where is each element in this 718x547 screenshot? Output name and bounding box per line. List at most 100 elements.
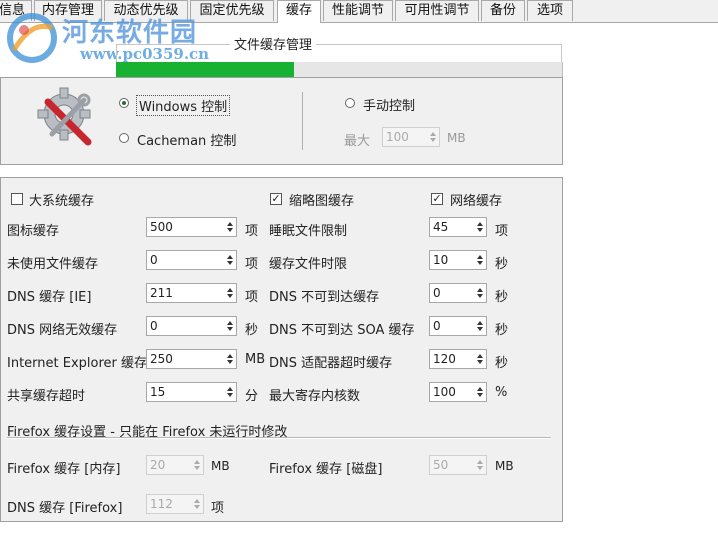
settings-gear-icon bbox=[34, 84, 100, 150]
stepper-value: 250 bbox=[150, 352, 173, 366]
icon-cache-stepper[interactable]: 500 bbox=[146, 217, 237, 237]
stepper-up-icon bbox=[227, 288, 233, 292]
cacheman-control-radio[interactable] bbox=[119, 133, 129, 143]
stepper-down-icon bbox=[227, 228, 233, 232]
stepper-up-icon bbox=[477, 460, 483, 464]
stepper-value: 10 bbox=[433, 253, 449, 267]
dns-adapter-timeout-unit: 秒 bbox=[495, 356, 509, 371]
dns-adapter-timeout-stepper[interactable]: 120 bbox=[429, 349, 487, 369]
tab-performance[interactable]: 性能调节 bbox=[323, 0, 393, 21]
max-kernel-label: 最大寄存内核数 bbox=[269, 389, 361, 404]
tab-options[interactable]: 选项 bbox=[527, 0, 573, 21]
stepper-up-icon bbox=[430, 132, 436, 136]
dns-negative-cache-label: DNS 网络无效缓存 bbox=[7, 323, 118, 338]
stepper-value: 100 bbox=[433, 385, 456, 399]
manual-control-radio[interactable] bbox=[345, 98, 355, 108]
unused-file-cache-label: 未使用文件缓存 bbox=[7, 257, 99, 272]
stepper-value: 15 bbox=[150, 385, 166, 399]
cache-file-timeout-stepper[interactable]: 10 bbox=[429, 250, 487, 270]
firefox-disk-stepper[interactable]: 50 bbox=[429, 455, 487, 475]
thumb-cache-checkbox[interactable]: ✓ bbox=[270, 193, 282, 205]
tab-cache[interactable]: 缓存 bbox=[277, 0, 321, 23]
ie-cache-unit: MB bbox=[245, 352, 266, 367]
stepper-up-icon bbox=[477, 288, 483, 292]
sleep-file-limit-unit: 项 bbox=[495, 224, 509, 239]
stepper-value: 0 bbox=[433, 319, 441, 333]
stepper-down-icon bbox=[477, 261, 483, 265]
firefox-mem-unit: MB bbox=[211, 459, 230, 473]
firefox-disk-label: Firefox 缓存 [磁盘] bbox=[269, 462, 383, 477]
stepper-down-icon bbox=[194, 505, 200, 509]
stepper-up-icon bbox=[194, 499, 200, 503]
dns-negative-cache-stepper[interactable]: 0 bbox=[146, 316, 237, 336]
group-frame bbox=[116, 44, 562, 62]
stepper-value: 0 bbox=[150, 319, 158, 333]
stepper-up-icon bbox=[477, 321, 483, 325]
unused-file-cache-unit: 项 bbox=[245, 257, 259, 272]
sleep-file-limit-stepper[interactable]: 45 bbox=[429, 217, 487, 237]
shared-cache-timeout-unit: 分 bbox=[245, 389, 259, 404]
firefox-mem-stepper[interactable]: 20 bbox=[146, 455, 204, 475]
stepper-down-icon bbox=[227, 327, 233, 331]
stepper-down-icon bbox=[194, 466, 200, 470]
stepper-down-icon bbox=[227, 393, 233, 397]
stepper-value: 112 bbox=[150, 497, 173, 511]
tab-backup[interactable]: 备份 bbox=[481, 0, 525, 21]
stepper-value: 50 bbox=[433, 458, 449, 472]
windows-control-label[interactable]: Windows 控制 bbox=[136, 95, 231, 116]
stepper-down-icon bbox=[477, 360, 483, 364]
stepper-up-icon bbox=[477, 387, 483, 391]
stepper-down-icon bbox=[227, 360, 233, 364]
max-stepper[interactable]: 100 bbox=[382, 127, 440, 147]
icon-cache-label: 图标缓存 bbox=[7, 224, 60, 239]
stepper-value: 0 bbox=[433, 286, 441, 300]
stepper-value: 211 bbox=[150, 286, 173, 300]
windows-control-radio[interactable] bbox=[119, 98, 129, 108]
dns-unreachable-cache-stepper[interactable]: 0 bbox=[429, 283, 487, 303]
dns-adapter-timeout-label: DNS 适配器超时缓存 bbox=[269, 356, 393, 371]
stepper-up-icon bbox=[227, 222, 233, 226]
stepper-value: 500 bbox=[150, 220, 173, 234]
tab-availability[interactable]: 可用性调节 bbox=[395, 0, 479, 21]
stepper-down-icon bbox=[477, 393, 483, 397]
ie-cache-stepper[interactable]: 250 bbox=[146, 349, 237, 369]
stepper-up-icon bbox=[227, 321, 233, 325]
stepper-down-icon bbox=[227, 261, 233, 265]
net-cache-label[interactable]: 网络缓存 bbox=[450, 190, 502, 209]
cache-file-timeout-unit: 秒 bbox=[495, 257, 509, 272]
dns-unreachable-soa-stepper[interactable]: 0 bbox=[429, 316, 487, 336]
sleep-file-limit-label: 睡眠文件限制 bbox=[269, 224, 348, 239]
net-cache-checkbox[interactable]: ✓ bbox=[431, 193, 443, 205]
dns-unreachable-soa-label: DNS 不可到达 SOA 缓存 bbox=[269, 323, 415, 338]
max-value: 100 bbox=[386, 130, 409, 144]
dns-unreachable-soa-unit: 秒 bbox=[495, 323, 509, 338]
stepper-down-icon bbox=[477, 294, 483, 298]
cacheman-control-label[interactable]: Cacheman 控制 bbox=[137, 130, 236, 149]
firefox-dns-stepper[interactable]: 112 bbox=[146, 494, 204, 514]
dns-cache-ie-stepper[interactable]: 211 bbox=[146, 283, 237, 303]
shared-cache-timeout-stepper[interactable]: 15 bbox=[146, 382, 237, 402]
dns-cache-ie-label: DNS 缓存 [IE] bbox=[7, 290, 92, 305]
stepper-down-icon bbox=[227, 294, 233, 298]
stepper-value: 20 bbox=[150, 458, 166, 472]
manual-control-label[interactable]: 手动控制 bbox=[363, 95, 415, 114]
firefox-mem-label: Firefox 缓存 [内存] bbox=[7, 462, 121, 477]
unused-file-cache-stepper[interactable]: 0 bbox=[146, 250, 237, 270]
stepper-up-icon bbox=[477, 354, 483, 358]
stepper-down-icon bbox=[477, 466, 483, 470]
watermark-logo bbox=[4, 10, 60, 66]
big-cache-checkbox[interactable] bbox=[11, 193, 23, 205]
cache-progress-fill bbox=[116, 62, 294, 77]
ie-cache-label: Internet Explorer 缓存 bbox=[7, 356, 148, 371]
max-kernel-unit: % bbox=[495, 385, 508, 400]
big-cache-label[interactable]: 大系统缓存 bbox=[29, 190, 94, 209]
stepper-down-icon bbox=[477, 228, 483, 232]
tab-fixed-priority[interactable]: 固定优先级 bbox=[190, 0, 274, 21]
stepper-down-icon bbox=[477, 327, 483, 331]
max-kernel-stepper[interactable]: 100 bbox=[429, 382, 487, 402]
dns-cache-ie-unit: 项 bbox=[245, 290, 259, 305]
thumb-cache-label[interactable]: 缩略图缓存 bbox=[289, 190, 354, 209]
max-label: 最大 bbox=[344, 134, 371, 149]
firefox-divider bbox=[7, 437, 551, 439]
stepper-up-icon bbox=[477, 222, 483, 226]
